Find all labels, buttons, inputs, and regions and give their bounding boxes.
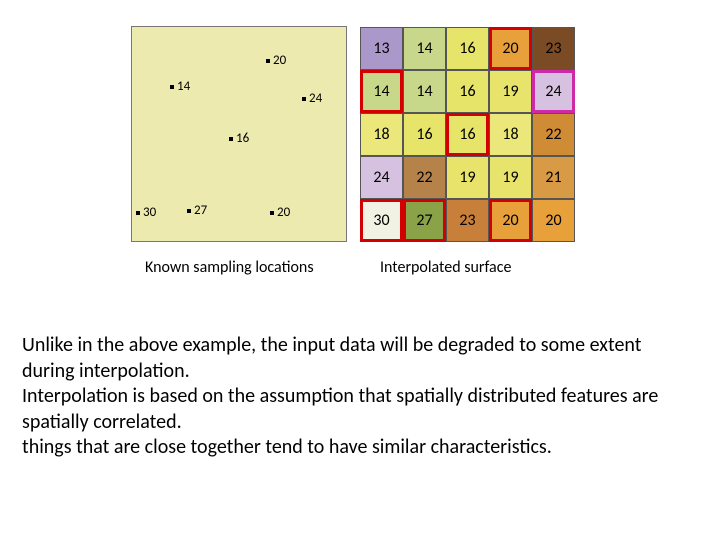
grid-cell: 14 [403,70,446,113]
grid-cell: 16 [446,70,489,113]
grid-cell: 24 [532,70,575,113]
grid-cell: 20 [489,199,532,242]
grid-cell: 24 [360,156,403,199]
grid-cell: 20 [489,27,532,70]
grid-cell: 16 [446,113,489,156]
sample-point: 27 [187,203,207,218]
grid-cell: 19 [489,156,532,199]
grid-cell: 30 [360,199,403,242]
interp-caption: Interpolated surface [380,258,600,278]
interpolated-grid: 1314162023141416192418161618222422191921… [360,27,575,242]
grid-cell: 18 [489,113,532,156]
grid-cell: 14 [360,70,403,113]
sample-point: 14 [170,79,190,94]
grid-cell: 23 [446,199,489,242]
known-caption: Known sampling locations [145,258,345,278]
grid-cell: 27 [403,199,446,242]
grid-cell: 19 [489,70,532,113]
grid-cell: 18 [360,113,403,156]
sample-point: 20 [270,205,290,220]
grid-cell: 16 [446,27,489,70]
known-samples-panel: 14 20 24 16 30 27 20 [131,26,347,242]
grid-cell: 21 [532,156,575,199]
sample-point: 20 [266,53,286,68]
grid-cell: 22 [532,113,575,156]
sample-point: 16 [229,131,249,146]
grid-cell: 19 [446,156,489,199]
grid-cell: 14 [403,27,446,70]
grid-cell: 13 [360,27,403,70]
sample-point: 30 [136,205,156,220]
body-text: Unlike in the above example, the input d… [22,333,698,461]
sample-point: 24 [302,91,322,106]
grid-cell: 22 [403,156,446,199]
grid-cell: 23 [532,27,575,70]
grid-cell: 20 [532,199,575,242]
grid-cell: 16 [403,113,446,156]
